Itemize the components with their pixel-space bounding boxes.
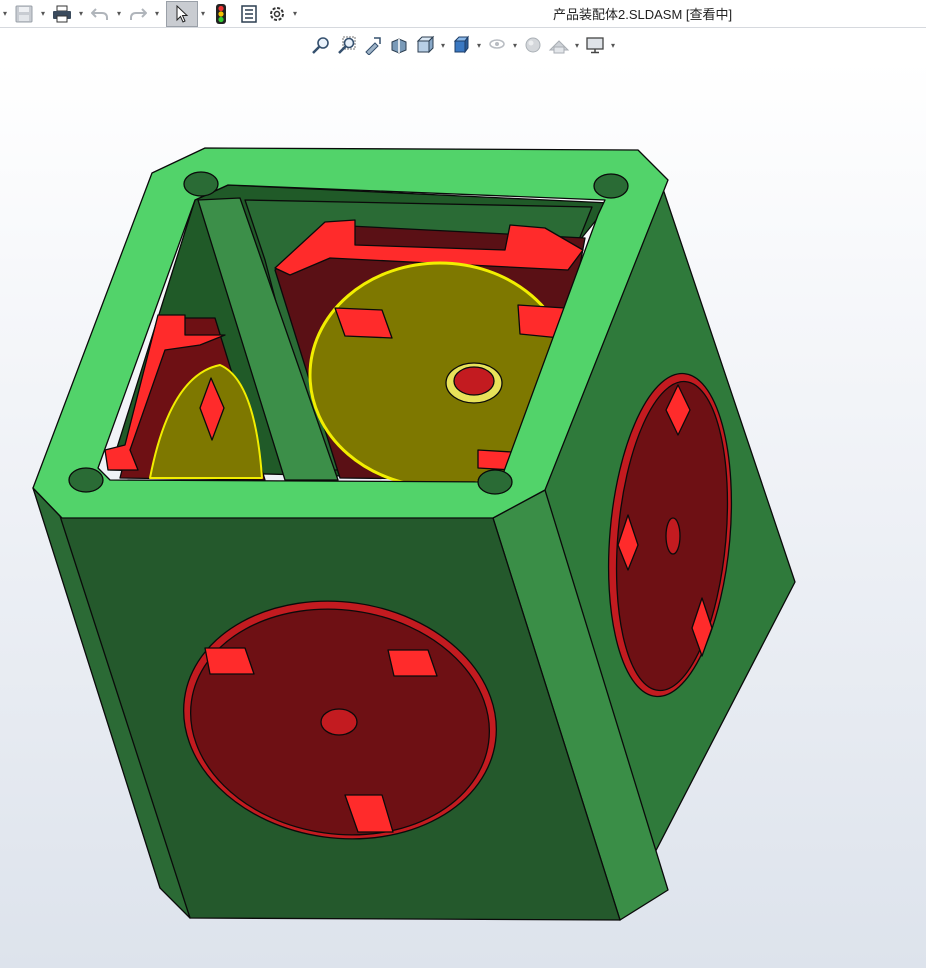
undo-caret[interactable]: ▾ <box>114 9 124 18</box>
front-socket-hole <box>320 708 358 736</box>
print-caret[interactable]: ▾ <box>76 9 86 18</box>
assembly-model[interactable] <box>32 147 796 921</box>
pointer-icon <box>176 4 189 23</box>
options-button[interactable] <box>264 2 290 26</box>
redo-icon <box>130 7 147 20</box>
select-caret[interactable]: ▾ <box>198 9 208 18</box>
front-pin-left <box>204 647 255 675</box>
print-icon <box>53 5 71 22</box>
rebuild-button[interactable] <box>208 2 234 26</box>
redo-button[interactable] <box>124 2 152 26</box>
file-properties-button[interactable] <box>234 2 264 26</box>
select-button[interactable] <box>166 0 198 27</box>
main-toolbar: ▾ ▾ ▾ ▾ ▾ ▾ ▾ 产品装配体2.SLDASM [查看中] <box>0 0 926 28</box>
screw-hole-br <box>477 469 513 495</box>
inner-pin-left <box>334 307 393 339</box>
traffic-light-icon <box>216 3 226 24</box>
screw-hole-tr <box>593 173 629 199</box>
undo-button[interactable] <box>86 2 114 26</box>
screw-hole-tl <box>183 171 219 197</box>
save-caret[interactable]: ▾ <box>38 9 48 18</box>
save-button[interactable] <box>10 2 38 26</box>
save-icon <box>15 5 33 22</box>
document-title: 产品装配体2.SLDASM [查看中] <box>553 7 733 22</box>
gear-icon <box>270 6 284 21</box>
front-pin-right <box>387 649 438 677</box>
options-caret[interactable]: ▾ <box>290 9 300 18</box>
file-properties-icon <box>241 4 257 23</box>
print-button[interactable] <box>48 2 76 26</box>
inner-disc-hole-center <box>453 366 495 396</box>
menu-caret[interactable]: ▾ <box>0 9 10 18</box>
model-viewport[interactable] <box>0 28 926 968</box>
screw-hole-bl <box>68 467 104 493</box>
undo-icon <box>91 7 108 20</box>
right-socket-hole <box>665 517 681 555</box>
redo-caret[interactable]: ▾ <box>152 9 162 18</box>
